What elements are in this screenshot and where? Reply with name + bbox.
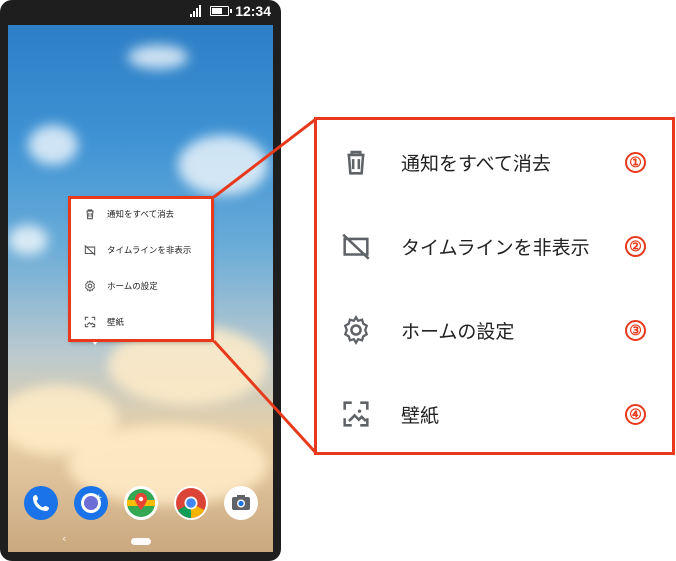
- enlarged-item-hide-timeline: タイムラインを非表示 ②: [317, 204, 672, 288]
- trash-icon: [347, 150, 365, 175]
- enlarged-item-label: ホームの設定: [401, 320, 515, 343]
- enlarged-item-label: 通知をすべて消去: [401, 152, 551, 175]
- timeline-hide-icon: [342, 233, 370, 260]
- gear-icon: [343, 315, 369, 345]
- enlarged-item-home-settings: ホームの設定 ③: [317, 288, 672, 372]
- number-badge: ③: [625, 319, 646, 341]
- number-badge: ②: [625, 235, 646, 257]
- enlarged-item-clear-notifications: 通知をすべて消去 ①: [317, 120, 672, 204]
- enlarged-menu-callout: 通知をすべて消去 ① タイムラインを非表示 ② ホームの設定 ③ 壁紙 ④: [314, 117, 675, 455]
- highlight-box-small: [68, 196, 214, 342]
- enlarged-item-label: 壁紙: [401, 404, 440, 427]
- enlarged-item-label: タイムラインを非表示: [401, 236, 590, 259]
- number-badge: ④: [625, 403, 646, 425]
- enlarged-item-wallpaper: 壁紙 ④: [317, 372, 672, 456]
- number-badge: ①: [625, 151, 646, 173]
- wallpaper-icon: [343, 401, 369, 427]
